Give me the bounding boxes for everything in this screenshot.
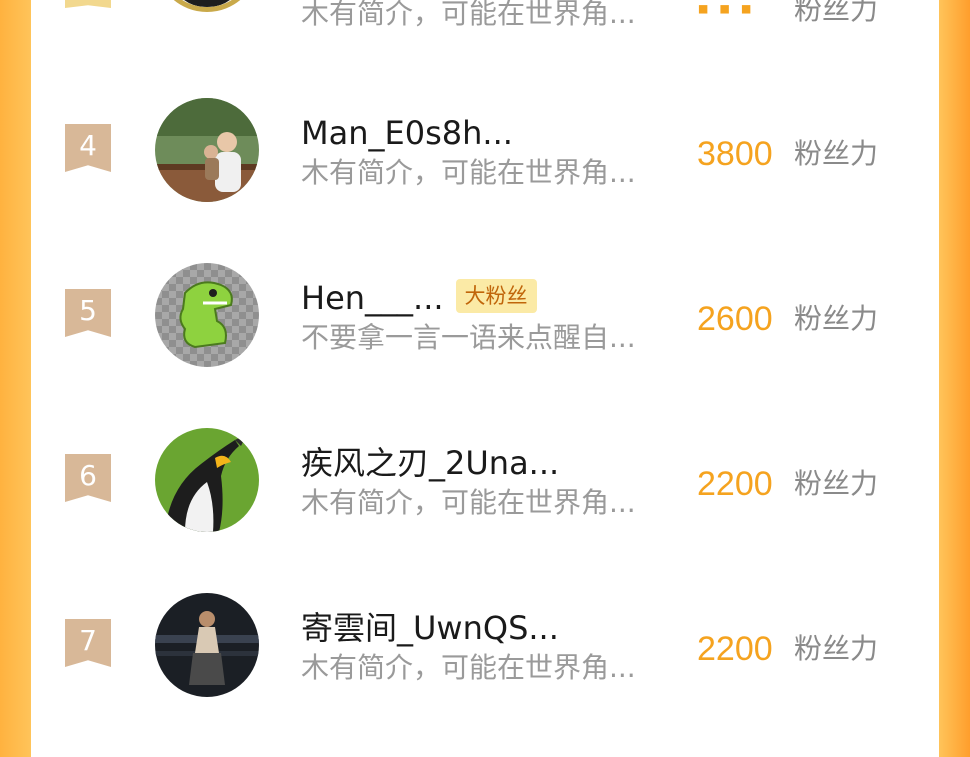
user-name-text: Hen___... <box>301 279 444 317</box>
user-bio: 木有简介，可能在世界角... <box>301 486 636 519</box>
rank-badge: 6 <box>65 454 111 502</box>
panda-avatar-icon <box>182 0 232 7</box>
fan-score-unit: 粉丝力 <box>794 0 879 26</box>
fans-ranking-panel: 木有简介，可能在世界角... ▪ ▪ ▪ 粉丝力 4 Man_E0s8h... … <box>31 0 939 757</box>
avatar[interactable] <box>155 263 259 367</box>
user-bio: 木有简介，可能在世界角... <box>301 0 636 30</box>
user-bio: 木有简介，可能在世界角... <box>301 651 636 684</box>
ranking-row-partial[interactable]: 木有简介，可能在世界角... ▪ ▪ ▪ 粉丝力 <box>31 0 939 38</box>
big-fan-tag: 大粉丝 <box>455 279 537 313</box>
user-name[interactable]: Man_E0s8h... <box>301 114 513 152</box>
user-bio: 木有简介，可能在世界角... <box>301 156 636 189</box>
user-name-text: 疾风之刃_2Una... <box>301 444 560 482</box>
user-bio: 不要拿一言一语来点醒自... <box>301 321 636 354</box>
fan-score: 2200 <box>697 465 773 503</box>
ranking-row[interactable]: 7 寄雲间_UwnQS... 木有简介，可能在世界角... 2200 粉丝力 <box>31 589 939 709</box>
user-name-text: 寄雲间_UwnQS... <box>301 609 559 647</box>
fan-score-unit: 粉丝力 <box>794 467 879 500</box>
user-name[interactable]: Hen___... 大粉丝 <box>301 279 537 317</box>
fan-score: ▪ ▪ ▪ <box>697 0 753 28</box>
fan-score: 3800 <box>697 135 773 173</box>
rank-badge: 5 <box>65 289 111 337</box>
ranking-row[interactable]: 6 疾风之刃_2Una... 木有简介，可能在世界角... 2200 粉丝力 <box>31 424 939 544</box>
avatar[interactable] <box>155 0 259 12</box>
user-name[interactable]: 疾风之刃_2Una... <box>301 444 559 482</box>
person-sitting-photo-icon <box>155 593 259 697</box>
ranking-row[interactable]: 4 Man_E0s8h... 木有简介，可能在世界角... 3800 粉丝力 <box>31 94 939 214</box>
rank-badge: 7 <box>65 619 111 667</box>
avatar[interactable] <box>155 428 259 532</box>
avatar[interactable] <box>155 593 259 697</box>
avatar[interactable] <box>155 98 259 202</box>
dinosaur-sticker-icon <box>155 263 259 367</box>
fan-score-unit: 粉丝力 <box>794 137 879 170</box>
fan-score-unit: 粉丝力 <box>794 632 879 665</box>
fan-score: 2600 <box>697 300 773 338</box>
fan-score: 2200 <box>697 630 773 668</box>
user-name-text: Man_E0s8h... <box>301 114 513 152</box>
person-photo-icon <box>155 98 259 202</box>
rank-badge: 4 <box>65 124 111 172</box>
rank-badge <box>65 0 111 8</box>
penguin-photo-icon <box>155 428 259 532</box>
user-name[interactable]: 寄雲间_UwnQS... <box>301 609 559 647</box>
fan-score-unit: 粉丝力 <box>794 302 879 335</box>
ranking-row[interactable]: 5 Hen___... 大粉丝 不要拿一言一语来点醒自... 2600 粉丝力 <box>31 259 939 379</box>
